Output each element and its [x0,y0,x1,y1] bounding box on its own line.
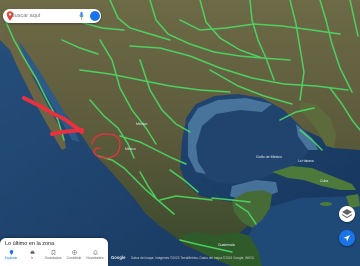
mexico-label: México [136,122,147,126]
my-location-icon [343,235,350,242]
nav-saved-label: Guardados [44,256,62,260]
cuba-label: Cuba [320,179,328,183]
nav-go-label: Ir [30,256,34,260]
nav-updates-label: Novedades [86,256,104,260]
nav-updates[interactable]: Novedades [85,250,105,265]
guatemala-label: Guatemala [218,243,235,247]
layers-icon [341,209,353,219]
nav-go[interactable]: Ir [22,250,42,265]
sheet-title: Lo último en la zona [5,241,55,247]
search-bar[interactable] [3,9,101,23]
mic-icon[interactable] [79,12,84,20]
gulf-label: Golfo de México [256,155,282,159]
satellite-map[interactable]: Golfo de México México México La Habana … [0,0,360,266]
layers-button[interactable] [339,206,355,222]
explore-pin-icon [9,250,13,255]
explore-bottom-sheet[interactable]: Lo último en la zona Explorar Ir Guardad… [0,238,108,266]
car-icon [30,250,34,254]
bell-icon [92,250,98,255]
mexico-city-label: México [125,147,136,151]
search-input[interactable] [11,9,73,23]
my-location-button[interactable] [339,230,355,246]
account-avatar[interactable] [90,11,100,21]
havana-label: La Habana [298,159,314,163]
nav-contribute[interactable]: Contribuir [64,250,84,265]
jamaica-island [320,202,332,206]
nav-explore-label: Explorar [4,256,18,260]
bookmark-icon [51,250,55,255]
map-attribution: Datos del mapa: Imágenes ©2023 TerraMetr… [131,256,254,260]
nav-explore[interactable]: Explorar [1,250,21,265]
add-circle-icon [71,250,77,255]
nav-contribute-label: Contribuir [66,256,82,260]
nav-saved[interactable]: Guardados [43,250,63,265]
google-logo: Google [111,255,126,260]
